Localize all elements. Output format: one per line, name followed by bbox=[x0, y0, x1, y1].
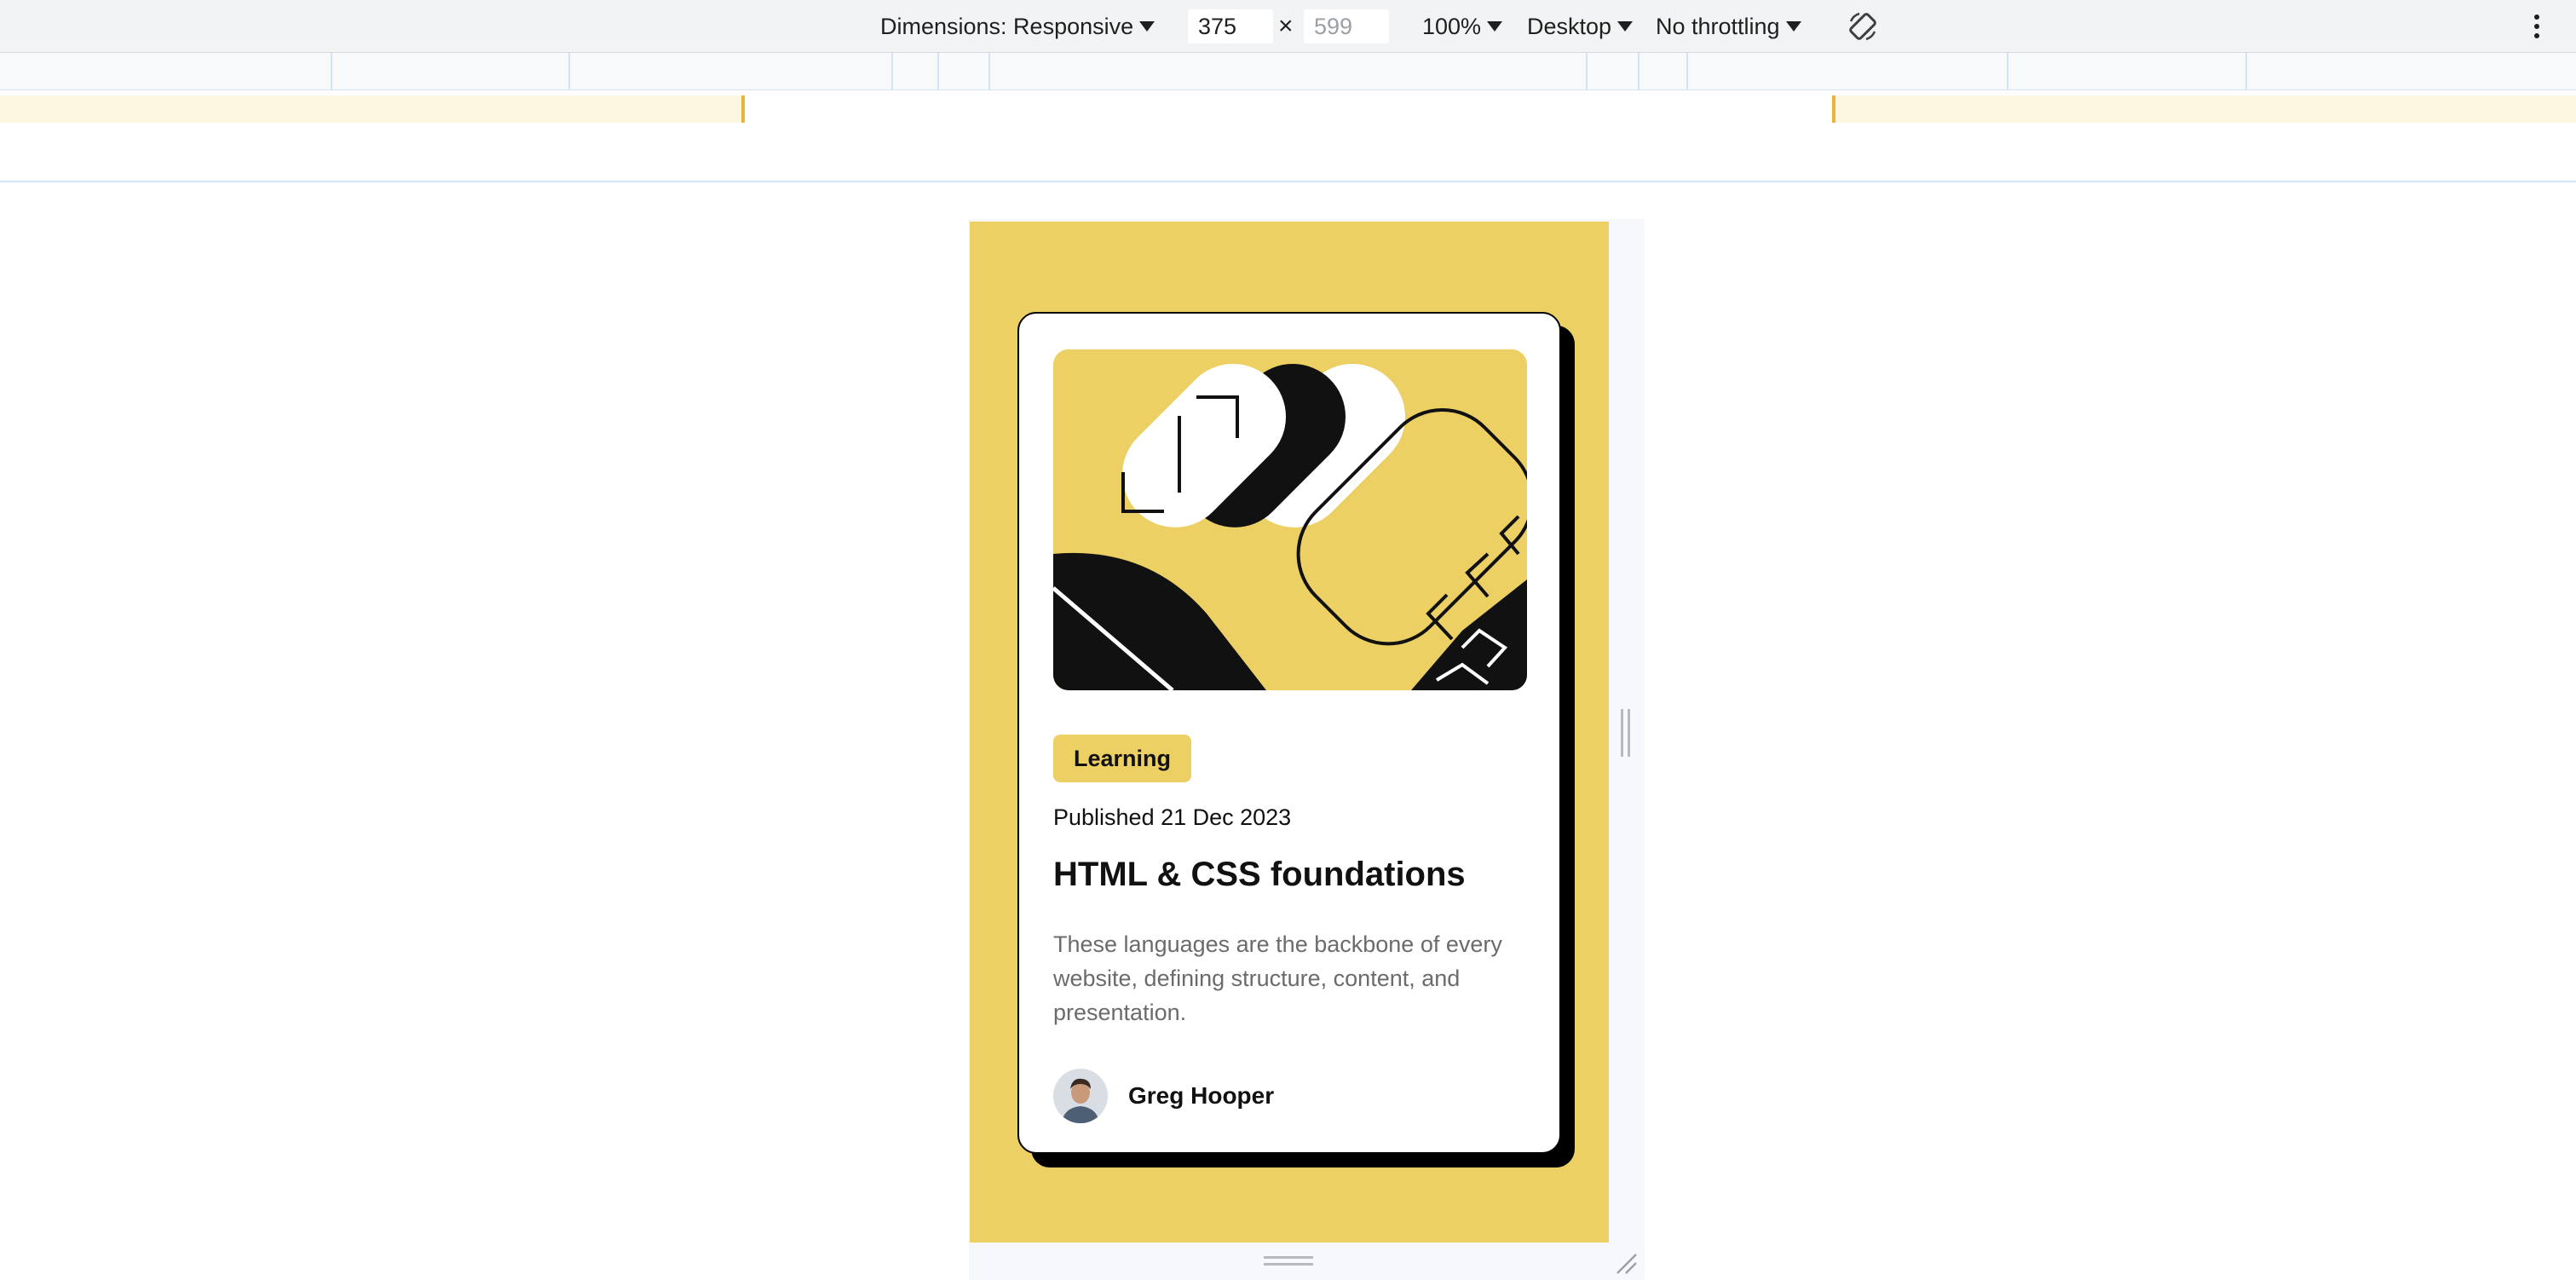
media-query-marker[interactable] bbox=[331, 53, 332, 90]
caret-down-icon bbox=[1139, 21, 1155, 32]
card-title[interactable]: HTML & CSS foundations bbox=[1053, 856, 1466, 894]
media-query-marker[interactable] bbox=[1638, 53, 1640, 90]
zoom-dropdown[interactable]: 100% bbox=[1422, 10, 1503, 43]
caret-down-icon bbox=[1617, 21, 1634, 32]
throttling-label: No throttling bbox=[1656, 13, 1780, 39]
media-query-marker[interactable] bbox=[2007, 53, 2008, 90]
category-tag: Learning bbox=[1053, 735, 1192, 782]
device-type-dropdown[interactable]: Desktop bbox=[1527, 10, 1634, 43]
caret-down-icon bbox=[1785, 21, 1801, 32]
card-description: These languages are the backbone of ever… bbox=[1053, 931, 1502, 1025]
times-symbol: × bbox=[1278, 12, 1294, 40]
media-query-ruler bbox=[0, 53, 2576, 90]
throttling-dropdown[interactable]: No throttling bbox=[1656, 10, 1801, 43]
dimensions-label: Dimensions: Responsive bbox=[880, 13, 1134, 39]
media-query-bar bbox=[0, 90, 2576, 182]
media-query-marker[interactable] bbox=[1586, 53, 1588, 90]
max-width-query-segment[interactable] bbox=[0, 95, 745, 123]
caret-down-icon bbox=[1487, 21, 1503, 32]
more-vert-icon[interactable] bbox=[2524, 10, 2550, 43]
resize-handle-bottom[interactable] bbox=[1264, 1256, 1313, 1266]
media-query-marker[interactable] bbox=[937, 53, 939, 90]
avatar-image bbox=[1053, 1069, 1108, 1123]
media-query-marker[interactable] bbox=[568, 53, 570, 90]
media-query-marker[interactable] bbox=[1686, 53, 1688, 90]
zoom-label: 100% bbox=[1422, 13, 1482, 39]
published-date: Published 21 Dec 2023 bbox=[1053, 804, 1292, 830]
blog-card: Learning Published 21 Dec 2023 HTML & CS… bbox=[1017, 312, 1561, 1154]
min-width-query-segment[interactable] bbox=[1832, 95, 2576, 123]
resize-corner-icon[interactable] bbox=[1614, 1251, 1638, 1275]
height-input[interactable]: 599 bbox=[1304, 9, 1389, 43]
card-illustration bbox=[1053, 349, 1527, 690]
device-type-label: Desktop bbox=[1527, 13, 1612, 39]
avatar bbox=[1053, 1069, 1108, 1123]
media-query-marker[interactable] bbox=[2245, 53, 2247, 90]
width-input[interactable]: 375 bbox=[1188, 9, 1273, 43]
author: Greg Hooper bbox=[1053, 1069, 1274, 1123]
device-viewport: Learning Published 21 Dec 2023 HTML & CS… bbox=[970, 222, 1609, 1243]
media-query-marker[interactable] bbox=[891, 53, 893, 90]
device-toolbar: Dimensions: Responsive 375 × 599 100% De… bbox=[0, 0, 2576, 53]
author-name: Greg Hooper bbox=[1128, 1082, 1275, 1109]
abstract-illustration-image bbox=[1053, 349, 1527, 690]
resize-handle-right[interactable] bbox=[1621, 709, 1631, 757]
rotate-icon[interactable] bbox=[1846, 9, 1880, 43]
dimensions-dropdown[interactable]: Dimensions: Responsive bbox=[880, 10, 1155, 43]
media-query-marker[interactable] bbox=[988, 53, 990, 90]
